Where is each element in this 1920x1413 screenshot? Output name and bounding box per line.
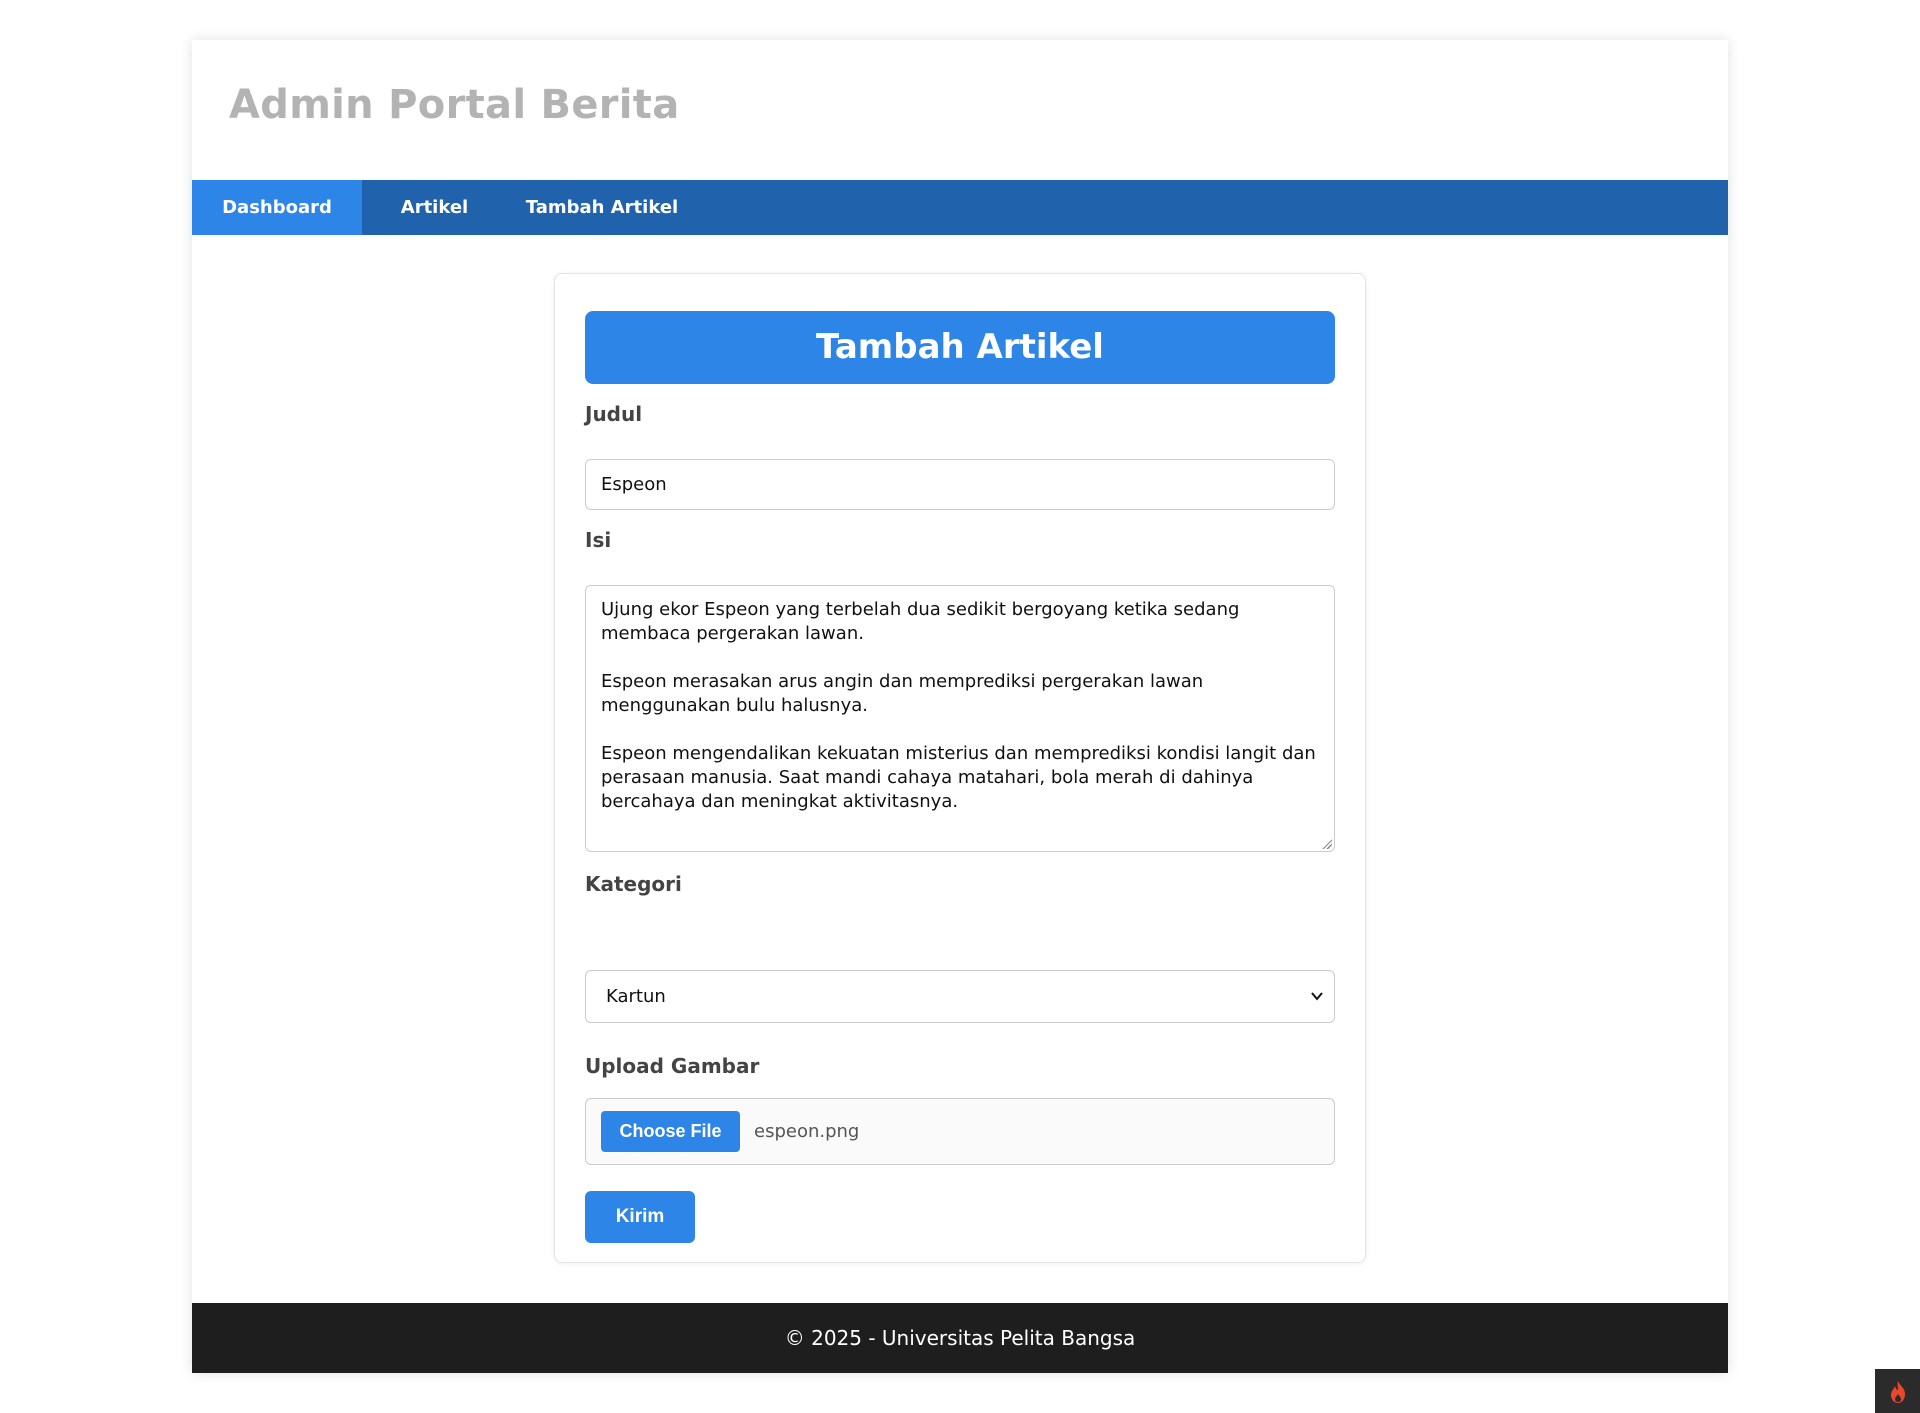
nav-item-tambah-artikel[interactable]: Tambah Artikel	[507, 180, 697, 235]
nav-item-dashboard[interactable]: Dashboard	[192, 180, 362, 235]
choose-file-button[interactable]: Choose File	[601, 1111, 740, 1152]
site-title: Admin Portal Berita	[229, 82, 680, 128]
kategori-select[interactable]: Kartun	[585, 970, 1335, 1023]
form-card: Tambah Artikel Judul Espeon Isi Ujung ek…	[554, 273, 1366, 1263]
kategori-selected-value: Kartun	[606, 986, 666, 1007]
isi-label: Isi	[585, 528, 612, 552]
upload-label: Upload Gambar	[585, 1054, 760, 1078]
isi-paragraph: Espeon merasakan arus angin dan mempredi…	[601, 671, 1204, 716]
form-title: Tambah Artikel	[585, 311, 1335, 384]
site-header: Admin Portal Berita	[192, 40, 1728, 180]
page-container: Admin Portal Berita Dashboard Artikel Ta…	[192, 40, 1728, 1373]
isi-textarea[interactable]: Ujung ekor Espeon yang terbelah dua sedi…	[585, 585, 1335, 852]
judul-label: Judul	[585, 402, 643, 426]
debug-toolbar-toggle[interactable]	[1875, 1369, 1920, 1413]
file-upload-field[interactable]: Choose File espeon.png	[585, 1098, 1335, 1165]
kategori-label: Kategori	[585, 872, 682, 896]
isi-paragraph: Ujung ekor Espeon yang terbelah dua sedi…	[601, 599, 1240, 644]
file-name: espeon.png	[754, 1121, 860, 1142]
submit-button[interactable]: Kirim	[585, 1191, 695, 1243]
chevron-down-icon	[1310, 971, 1324, 1042]
site-footer: © 2025 - Universitas Pelita Bangsa	[192, 1303, 1728, 1373]
judul-input[interactable]: Espeon	[585, 459, 1335, 510]
main-nav: Dashboard Artikel Tambah Artikel	[192, 180, 1728, 235]
nav-item-artikel[interactable]: Artikel	[362, 180, 507, 235]
resize-handle[interactable]	[1322, 839, 1332, 849]
isi-paragraph: Espeon mengendalikan kekuatan misterius …	[601, 743, 1316, 812]
